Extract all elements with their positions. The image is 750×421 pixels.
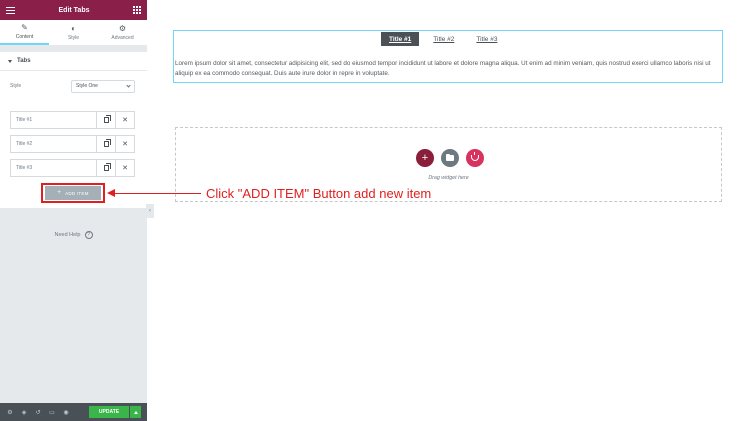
history-icon[interactable]: ↺ <box>31 405 45 419</box>
section-content: Style Style One Title #1 ✕ Title #2 ✕ Ti… <box>0 71 147 208</box>
repeater-item-title: Title #3 <box>16 165 33 171</box>
panel-tabs: ✎ Content ◐ Style ⚙ Advanced <box>0 20 147 46</box>
repeater-item[interactable]: Title #3 ✕ <box>10 159 135 177</box>
tab-advanced[interactable]: ⚙ Advanced <box>98 20 147 45</box>
collapse-panel-button[interactable]: ‹ <box>146 204 154 218</box>
panel-footer: ⚙ ◈ ↺ ▭ ◉ UPDATE <box>0 403 147 421</box>
chevron-down-icon <box>126 82 131 88</box>
remove-button[interactable]: ✕ <box>115 136 134 152</box>
plus-icon: + <box>421 151 429 164</box>
caret-down-icon <box>8 59 12 63</box>
repeater-item[interactable]: Title #2 ✕ <box>10 135 135 153</box>
preview-eye-icon[interactable]: ◉ <box>59 405 73 419</box>
tab-content-text: Lorem ipsum dolor sit amet, consectetur … <box>175 60 711 77</box>
responsive-icon[interactable]: ▭ <box>45 405 59 419</box>
tab-content[interactable]: ✎ Content <box>0 20 49 45</box>
editor-panel: Edit Tabs ✎ Content ◐ Style ⚙ Advanced T… <box>0 0 147 421</box>
duplicate-button[interactable] <box>96 160 115 176</box>
duplicate-icon <box>103 139 111 147</box>
pencil-icon: ✎ <box>21 23 28 32</box>
annotation-arrow-head <box>107 189 115 197</box>
template-kit-button[interactable] <box>466 149 484 167</box>
close-icon: ✕ <box>122 165 128 172</box>
duplicate-icon <box>103 163 111 171</box>
canvas-tab-1[interactable]: Title #1 <box>381 32 420 46</box>
section-title: Tabs <box>17 58 31 64</box>
tabs-widget[interactable]: Title #1 Title #2 Title #3 Lorem ipsum d… <box>173 30 723 83</box>
folder-icon <box>446 153 454 161</box>
update-options-button[interactable] <box>130 406 141 418</box>
remove-button[interactable]: ✕ <box>115 160 134 176</box>
menu-icon[interactable] <box>6 6 15 14</box>
annotation-arrow-line <box>115 193 201 194</box>
duplicate-button[interactable] <box>96 136 115 152</box>
annotation-text: Click "ADD ITEM" Button add new item <box>206 186 432 201</box>
tab-style[interactable]: ◐ Style <box>49 20 98 45</box>
style-label: Style <box>10 83 22 89</box>
add-item-button[interactable]: + ADD ITEM <box>45 186 101 200</box>
caret-up-icon <box>133 410 138 414</box>
add-section-button[interactable]: + <box>416 149 434 167</box>
canvas-tab-2[interactable]: Title #2 <box>425 32 462 46</box>
chevron-left-icon: ‹ <box>149 208 151 214</box>
tab-label: Style <box>67 35 80 41</box>
question-icon: ? <box>84 231 93 239</box>
add-template-button[interactable] <box>441 149 459 167</box>
remove-button[interactable]: ✕ <box>115 112 134 128</box>
add-item-label: ADD ITEM <box>65 190 89 196</box>
duplicate-button[interactable] <box>96 112 115 128</box>
settings-icon[interactable]: ⚙ <box>3 405 17 419</box>
navigator-icon[interactable]: ◈ <box>17 405 31 419</box>
drag-widget-text: Drag widget here <box>428 175 469 181</box>
repeater-item[interactable]: Title #1 ✕ <box>10 111 135 129</box>
update-button[interactable]: UPDATE <box>89 406 129 418</box>
template-kit-icon <box>471 152 479 161</box>
tab-titles: Title #1 Title #2 Title #3 <box>381 32 511 46</box>
repeater-item-title: Title #1 <box>16 117 33 123</box>
canvas-tab-3[interactable]: Title #3 <box>468 32 505 46</box>
need-help-link[interactable]: Need Help ? <box>0 231 147 239</box>
tabs-section-header[interactable]: Tabs <box>0 52 147 70</box>
style-control: Style Style One <box>10 79 135 93</box>
panel-title: Edit Tabs <box>58 6 90 14</box>
plus-icon: + <box>57 190 62 196</box>
duplicate-icon <box>103 115 111 123</box>
repeater-item-title: Title #2 <box>16 141 33 147</box>
close-icon: ✕ <box>122 141 128 148</box>
widgets-grid-icon[interactable] <box>132 6 141 14</box>
style-select[interactable]: Style One <box>71 79 135 93</box>
tab-label: Content <box>15 34 34 40</box>
tab-label: Advanced <box>111 35 134 41</box>
panel-header: Edit Tabs <box>0 0 147 20</box>
half-circle-icon: ◐ <box>71 24 76 33</box>
close-icon: ✕ <box>122 117 128 124</box>
need-help-label: Need Help <box>54 232 81 238</box>
gear-icon: ⚙ <box>118 24 127 33</box>
style-select-value: Style One <box>76 83 98 89</box>
